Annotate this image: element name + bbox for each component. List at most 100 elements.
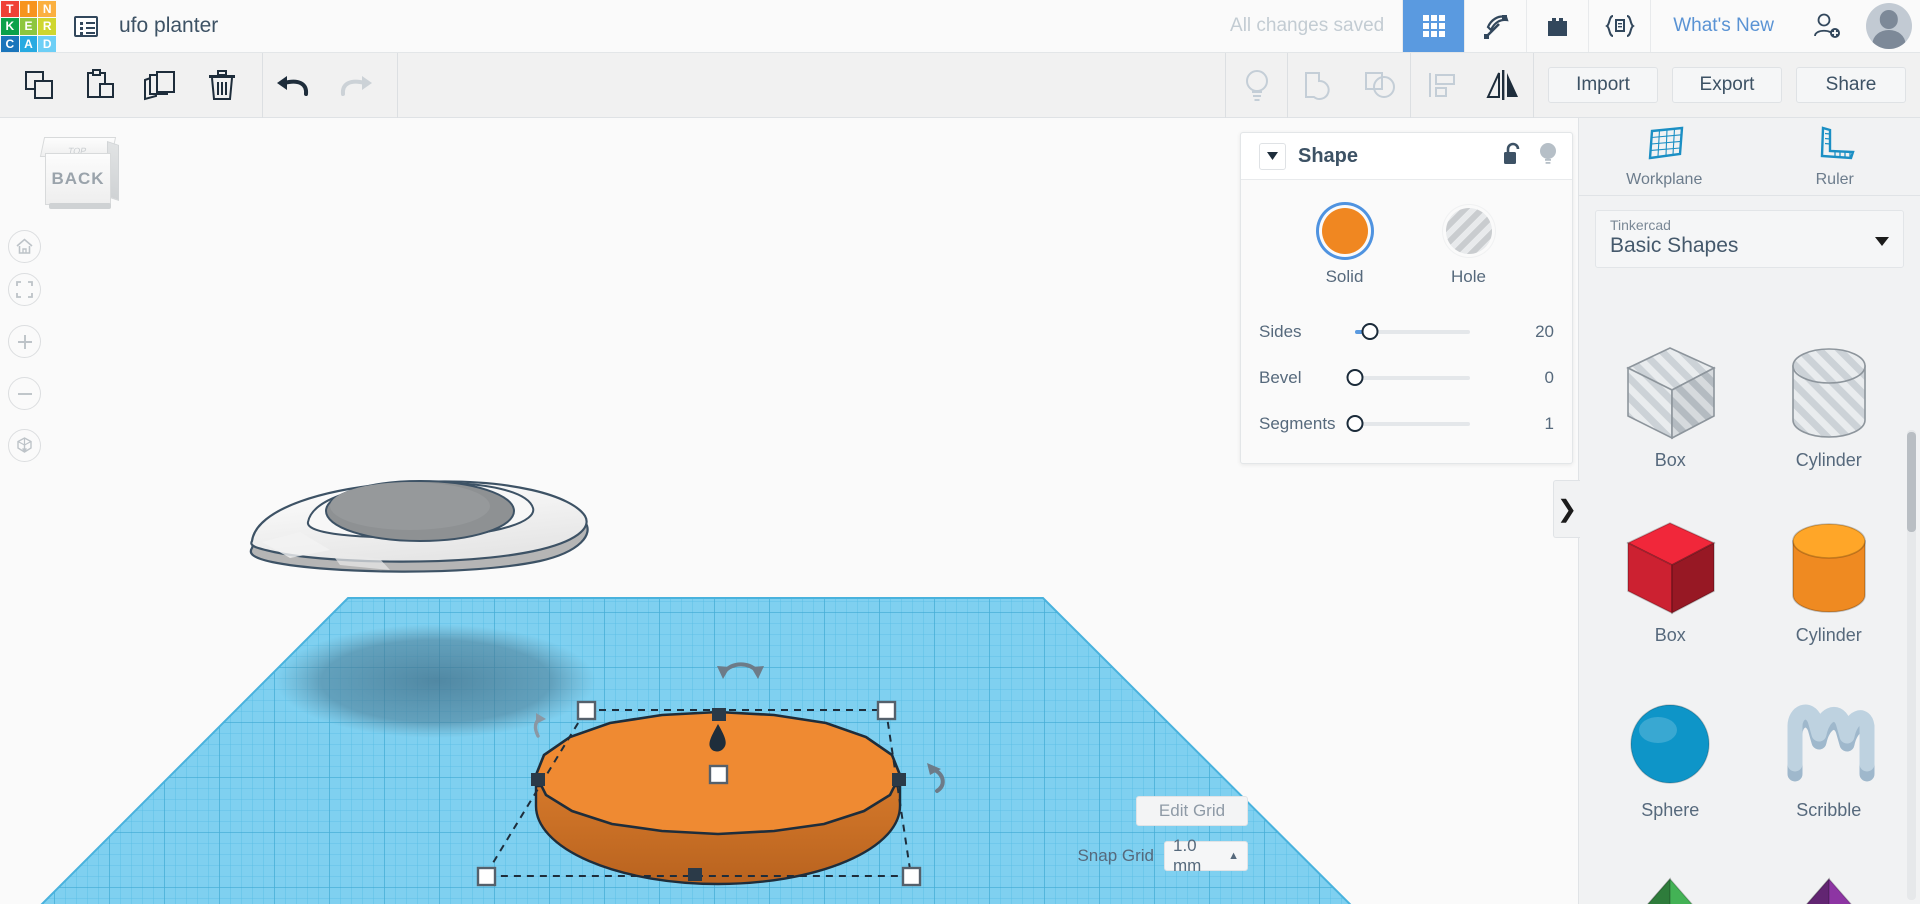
snap-grid-label: Snap Grid bbox=[1077, 846, 1154, 865]
caret-glyph bbox=[1267, 152, 1278, 160]
sides-track[interactable] bbox=[1355, 323, 1470, 340]
solid-swatch[interactable]: Solid bbox=[1321, 208, 1368, 287]
undo-button[interactable] bbox=[263, 53, 324, 118]
export-button[interactable]: Export bbox=[1672, 67, 1782, 103]
redo-icon bbox=[340, 76, 372, 96]
duplicate-button[interactable] bbox=[130, 53, 191, 118]
shape-library-dropdown[interactable]: Tinkercad Basic Shapes bbox=[1595, 210, 1904, 268]
scale-handle-corner bbox=[476, 866, 497, 887]
box-art bbox=[1626, 522, 1717, 615]
chevron-up-icon: ▲ bbox=[1228, 850, 1239, 862]
paste-button[interactable] bbox=[69, 53, 130, 118]
unlock-icon[interactable] bbox=[1502, 142, 1522, 171]
shape-cone-purple[interactable] bbox=[1750, 849, 1909, 904]
trash-icon bbox=[208, 70, 235, 100]
light-bulb-button[interactable] bbox=[1226, 53, 1287, 118]
delete-button[interactable] bbox=[191, 53, 252, 118]
pickaxe-glyph bbox=[1483, 15, 1509, 39]
inspector-body: Solid Hole Sides 20 Bevel 0 Segments 1 bbox=[1241, 180, 1572, 463]
whats-new-button[interactable]: What's New bbox=[1650, 0, 1796, 52]
shape-box-hole-thumbnail bbox=[1616, 338, 1724, 450]
bevel-value: 0 bbox=[1544, 368, 1554, 387]
sides-knob[interactable] bbox=[1361, 323, 1379, 340]
sides-slider[interactable]: Sides 20 bbox=[1241, 313, 1572, 351]
add-person-icon[interactable] bbox=[1796, 0, 1858, 52]
segments-slider[interactable]: Segments 1 bbox=[1241, 405, 1572, 443]
home-view-button[interactable] bbox=[8, 230, 41, 263]
scribble-art bbox=[1787, 704, 1875, 782]
ungroup-button[interactable] bbox=[1349, 53, 1410, 118]
hole-swatch[interactable]: Hole bbox=[1445, 208, 1492, 287]
chevron-down-icon bbox=[1875, 237, 1889, 246]
blocks-icon[interactable] bbox=[1526, 0, 1588, 52]
shape-cylinder-hole[interactable]: Cylinder bbox=[1750, 324, 1909, 499]
page-title: ufo planter bbox=[119, 14, 219, 37]
shape-pyramid-green[interactable] bbox=[1591, 849, 1750, 904]
shape-cylinder-hole-thumbnail bbox=[1775, 338, 1883, 450]
segments-value: 1 bbox=[1544, 414, 1554, 433]
bevel-slider[interactable]: Bevel 0 bbox=[1241, 359, 1572, 397]
shape-cylinder-solid[interactable]: Cylinder bbox=[1750, 499, 1909, 674]
redo-button[interactable] bbox=[324, 53, 385, 118]
pickaxe-icon[interactable] bbox=[1464, 0, 1526, 52]
cylinder-art bbox=[1791, 523, 1866, 613]
snap-grid-select[interactable]: 1.0 mm ▲ bbox=[1164, 836, 1248, 875]
shape-sphere-label: Sphere bbox=[1641, 800, 1700, 820]
mirror-button[interactable] bbox=[1472, 53, 1533, 118]
import-button[interactable]: Import bbox=[1548, 67, 1658, 103]
undo-icon bbox=[276, 76, 308, 96]
perspective-toggle-button[interactable] bbox=[8, 429, 41, 462]
zoom-out-button[interactable] bbox=[8, 377, 41, 410]
lego-block-glyph bbox=[1548, 17, 1568, 36]
segments-knob[interactable] bbox=[1346, 415, 1364, 432]
workplane-tool[interactable]: Workplane bbox=[1579, 118, 1750, 195]
snap-grid-row: Snap Grid 1.0 mm ▲ bbox=[1077, 836, 1248, 875]
minus-icon bbox=[17, 392, 32, 395]
cube-perspective-icon bbox=[17, 437, 32, 453]
toolbar-divider-6 bbox=[1533, 52, 1534, 118]
dashboard-grid-icon[interactable] bbox=[1402, 0, 1465, 52]
fit-view-button[interactable] bbox=[8, 273, 41, 306]
align-button[interactable] bbox=[1411, 53, 1472, 118]
view-cube[interactable]: TOP BACK bbox=[37, 137, 119, 211]
inspector-title: Shape bbox=[1298, 144, 1359, 167]
bevel-knob[interactable] bbox=[1346, 369, 1364, 386]
plus-icon bbox=[17, 334, 32, 349]
edit-grid-button[interactable]: Edit Grid bbox=[1136, 796, 1248, 826]
align-icon bbox=[1428, 73, 1455, 97]
group-button[interactable] bbox=[1288, 53, 1349, 118]
project-list-button[interactable] bbox=[57, 0, 115, 52]
shape-scribble[interactable]: Scribble bbox=[1750, 674, 1909, 849]
shape-box-solid[interactable]: Box bbox=[1591, 499, 1750, 674]
user-menu-button[interactable] bbox=[1858, 0, 1920, 52]
ruler-tool[interactable]: Ruler bbox=[1750, 118, 1920, 195]
sidebar-scrollbar-thumb[interactable] bbox=[1907, 432, 1916, 532]
copy-button[interactable] bbox=[8, 53, 69, 118]
shape-sphere[interactable]: Sphere bbox=[1591, 674, 1750, 849]
segments-track[interactable] bbox=[1346, 415, 1470, 432]
light-bulb-icon[interactable] bbox=[1538, 142, 1558, 171]
share-button[interactable]: Share bbox=[1796, 67, 1906, 103]
workplane-icon bbox=[1648, 126, 1684, 159]
view-cube-face[interactable]: BACK bbox=[45, 153, 111, 205]
box-art bbox=[1626, 347, 1717, 440]
workplane-label: Workplane bbox=[1626, 170, 1703, 188]
paste-icon bbox=[86, 69, 114, 98]
save-status: All changes saved bbox=[1230, 15, 1385, 36]
codeblocks-icon[interactable] bbox=[1588, 0, 1650, 52]
shape-cylinder-solid-thumbnail bbox=[1775, 513, 1883, 625]
shape-box-hole[interactable]: Box bbox=[1591, 324, 1750, 499]
inspector-header: Shape bbox=[1241, 133, 1572, 180]
zoom-in-button[interactable] bbox=[8, 325, 41, 358]
chevron-down-icon[interactable] bbox=[1259, 142, 1286, 170]
collapse-sidebar-button[interactable]: ❯ bbox=[1553, 480, 1580, 538]
sphere-art bbox=[1630, 704, 1710, 784]
list-icon bbox=[74, 15, 98, 37]
shape-box-hole-label: Box bbox=[1654, 450, 1686, 470]
shape-mode-row: Solid Hole bbox=[1241, 208, 1572, 287]
tinkercad-logo[interactable]: TIN KER CAD bbox=[0, 0, 57, 53]
sides-value: 20 bbox=[1535, 322, 1554, 341]
duplicate-icon bbox=[143, 71, 175, 101]
bevel-track[interactable] bbox=[1346, 369, 1470, 386]
app-header: TIN KER CAD ufo planter All changes saved bbox=[0, 0, 1920, 53]
